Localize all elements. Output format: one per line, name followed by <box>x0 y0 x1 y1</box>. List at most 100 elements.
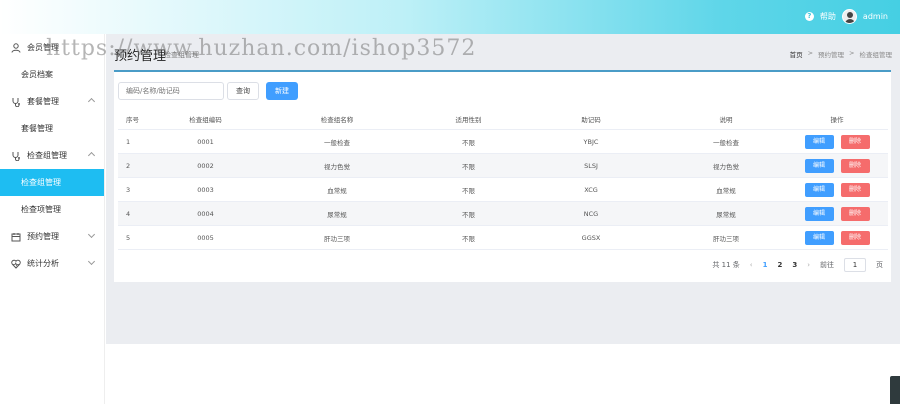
help-icon[interactable]: ? <box>804 12 814 21</box>
table-header-row: 序号 检查组编码 检查组名称 适用性别 助记码 说明 操作 <box>118 108 888 130</box>
search-input[interactable] <box>118 82 224 100</box>
cell-sex: 不限 <box>462 138 475 147</box>
edit-button[interactable]: 编辑 <box>804 134 834 149</box>
column-header: 说明 <box>719 115 733 124</box>
cell-actions: 编辑 删除 <box>786 206 888 221</box>
goto-page-input[interactable]: 1 <box>844 258 866 272</box>
edit-button[interactable]: 编辑 <box>804 182 834 197</box>
sidebar-item-checkgroup[interactable]: 检查组管理 <box>0 169 104 196</box>
cell-description: 肝功三项 <box>713 234 739 243</box>
cell-sex: 不限 <box>462 162 475 171</box>
table-row: 5 0005 肝功三项 不限 GGSX 肝功三项 编辑 删除 <box>118 226 888 250</box>
breadcrumb-home[interactable]: 首页 <box>790 49 803 59</box>
cell-sex: 不限 <box>462 234 475 243</box>
query-button[interactable]: 查询 <box>227 82 259 100</box>
cell-name: 肝功三项 <box>324 234 350 243</box>
cell-index: 3 <box>126 185 131 194</box>
cell-mnemonic: NCG <box>583 209 599 218</box>
table-row: 3 0003 血常规 不限 XCG 血常规 编辑 删除 <box>118 178 888 202</box>
column-header: 助记码 <box>581 115 601 124</box>
content-card: 查询 新建 序号 检查组编码 检查组名称 适用性别 助记码 说明 操作 1 00… <box>114 70 891 282</box>
calendar-icon <box>11 232 21 242</box>
cell-actions: 编辑 删除 <box>786 134 888 149</box>
edit-button[interactable]: 编辑 <box>804 158 834 173</box>
cell-code: 0002 <box>197 161 214 170</box>
sidebar-group-appointment[interactable]: 预约管理 <box>0 223 104 250</box>
column-header: 检查组编码 <box>189 115 222 124</box>
avatar[interactable] <box>841 9 857 24</box>
breadcrumb-item[interactable]: 预约管理 <box>818 49 844 59</box>
top-header-bar: ? 帮助 admin <box>0 0 900 34</box>
cell-actions: 编辑 删除 <box>786 182 888 197</box>
sidebar-group-label: 套餐管理 <box>27 97 59 106</box>
cell-code: 0005 <box>197 233 214 242</box>
pagination-total: 共 11 条 <box>712 261 740 269</box>
chevron-right-icon[interactable]: › <box>807 261 810 269</box>
page-footer-area <box>106 344 900 404</box>
table-row: 1 0001 一般检查 不限 YBJC 一般检查 编辑 删除 <box>118 130 888 154</box>
breadcrumb-separator: > <box>807 49 814 57</box>
watermark: https://www.huzhan.com/ishop3572 <box>46 36 477 61</box>
cell-mnemonic: XCG <box>584 185 598 194</box>
cell-name: 一般检查 <box>324 138 350 147</box>
sidebar-group-label: 统计分析 <box>27 259 59 268</box>
cell-actions: 编辑 删除 <box>786 230 888 245</box>
page-number-3[interactable]: 3 <box>792 261 797 269</box>
delete-button[interactable]: 删除 <box>840 230 870 245</box>
cell-mnemonic: GGSX <box>581 233 601 242</box>
sidebar-group-package[interactable]: 套餐管理 <box>0 88 104 115</box>
sidebar-group-label: 预约管理 <box>27 232 59 241</box>
cell-mnemonic: YBJC <box>583 137 599 146</box>
main-content: 预约管理 检查组管理 首页 > 预约管理 > 检查组管理 查询 新建 序号 检查… <box>106 34 900 344</box>
cell-index: 5 <box>126 233 131 242</box>
cell-index: 4 <box>126 209 131 218</box>
cell-description: 一般检查 <box>713 138 739 147</box>
scroll-to-top-handle[interactable] <box>890 376 900 404</box>
cell-index: 2 <box>126 161 131 170</box>
edit-button[interactable]: 编辑 <box>804 230 834 245</box>
delete-button[interactable]: 删除 <box>840 158 870 173</box>
cell-name: 尿常规 <box>327 210 347 219</box>
checkgroup-table: 序号 检查组编码 检查组名称 适用性别 助记码 说明 操作 1 0001 一般检… <box>118 108 888 250</box>
breadcrumb-item: 检查组管理 <box>859 51 893 59</box>
goto-prefix: 前往 <box>820 261 834 269</box>
stethoscope-icon <box>11 97 21 107</box>
edit-button[interactable]: 编辑 <box>804 206 834 221</box>
heart-pulse-icon <box>11 259 21 269</box>
cell-code: 0003 <box>197 185 214 194</box>
column-header: 适用性别 <box>455 115 482 124</box>
cell-actions: 编辑 删除 <box>786 158 888 173</box>
sidebar-group-statistics[interactable]: 统计分析 <box>0 250 104 277</box>
table-row: 2 0002 视力色觉 不限 SLSJ 视力色觉 编辑 删除 <box>118 154 888 178</box>
cell-code: 0004 <box>197 209 214 218</box>
chevron-down-icon <box>87 230 96 239</box>
page-number-2[interactable]: 2 <box>777 261 782 269</box>
cell-description: 尿常规 <box>716 210 736 219</box>
help-link[interactable]: 帮助 <box>820 11 836 22</box>
delete-button[interactable]: 删除 <box>840 134 870 149</box>
chevron-up-icon <box>87 97 96 106</box>
cell-name: 视力色觉 <box>324 162 350 171</box>
cell-description: 视力色觉 <box>713 162 739 171</box>
chevron-left-icon[interactable]: ‹ <box>750 261 753 269</box>
chevron-down-icon <box>87 257 96 266</box>
cell-sex: 不限 <box>462 210 475 219</box>
delete-button[interactable]: 删除 <box>840 182 870 197</box>
sidebar-item-member-archive[interactable]: 会员档案 <box>0 61 104 88</box>
sidebar-item-checkitem[interactable]: 检查项管理 <box>0 196 104 223</box>
cell-mnemonic: SLSJ <box>584 161 598 170</box>
cell-description: 血常规 <box>716 186 736 195</box>
sidebar-group-checkgroup[interactable]: 检查组管理 <box>0 142 104 169</box>
page-number-1[interactable]: 1 <box>763 261 768 269</box>
new-button[interactable]: 新建 <box>266 82 298 100</box>
sidebar-group-label: 检查组管理 <box>27 151 67 160</box>
column-header: 序号 <box>126 115 139 124</box>
cell-code: 0001 <box>197 137 214 146</box>
delete-button[interactable]: 删除 <box>840 206 870 221</box>
user-area: ? 帮助 admin <box>804 9 888 24</box>
cell-name: 血常规 <box>327 186 347 195</box>
chevron-up-icon <box>87 151 96 160</box>
cell-index: 1 <box>126 137 131 146</box>
user-name[interactable]: admin <box>863 12 888 21</box>
sidebar-item-package[interactable]: 套餐管理 <box>0 115 104 142</box>
